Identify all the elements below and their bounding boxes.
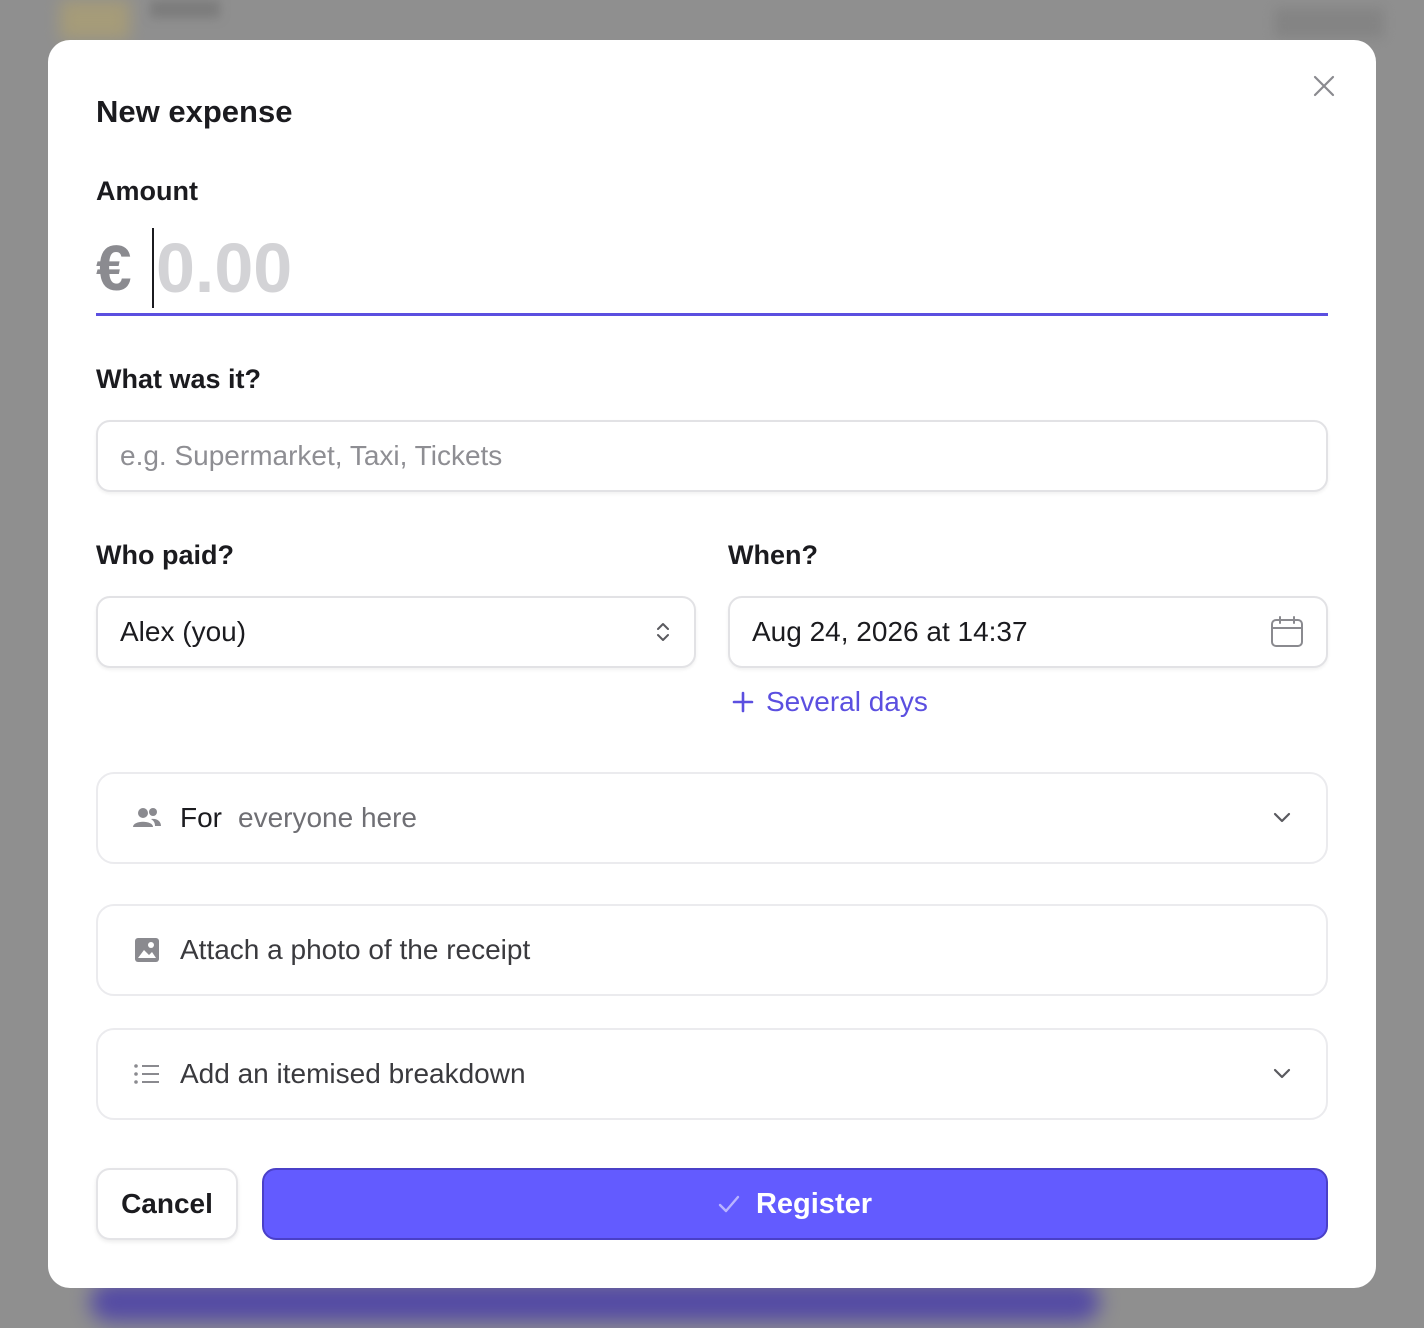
chevron-down-icon [1273,1068,1291,1079]
currency-symbol: € [96,231,132,304]
attach-receipt-label: Attach a photo of the receipt [180,934,531,965]
background-blur [1274,8,1384,38]
check-icon [718,1195,740,1213]
split-selector[interactable]: For everyone here [96,772,1328,864]
text-caret [152,227,154,308]
plus-icon [732,691,754,713]
split-prefix: For [180,802,222,833]
several-days-label: Several days [766,686,928,717]
date-value: Aug 24, 2026 at 14:37 [752,616,1028,647]
chevron-down-icon [1273,812,1291,823]
close-button[interactable] [1308,70,1340,102]
attach-receipt-button[interactable]: Attach a photo of the receipt [96,904,1328,996]
amount-label: Amount [96,176,198,206]
description-input[interactable] [120,440,1304,472]
register-button[interactable]: Register [262,1168,1328,1240]
list-icon [132,1062,162,1086]
payer-selected-value: Alex (you) [120,616,247,647]
amount-input[interactable] [156,222,1256,313]
breakdown-selector[interactable]: Add an itemised breakdown [96,1028,1328,1120]
register-label: Register [755,1187,873,1220]
payer-select[interactable]: Alex (you) [96,596,696,668]
background-blur [150,0,220,18]
background-blur [90,1282,1100,1322]
split-value: everyone here [238,802,418,833]
chevron-updown-icon [657,623,669,641]
people-icon [132,806,162,830]
dialog-title: New expense [96,94,293,129]
new-expense-dialog: New expense Amount € What was it? Who pa… [48,40,1376,1288]
image-icon [132,937,162,963]
cancel-button[interactable]: Cancel [96,1168,238,1240]
amount-field[interactable]: € [96,222,1328,316]
close-icon [1313,75,1335,97]
payer-label: Who paid? [96,540,234,570]
date-label: When? [728,540,818,570]
background-blur [60,0,130,40]
description-field[interactable] [96,420,1328,492]
calendar-icon[interactable] [1270,615,1304,649]
several-days-link[interactable]: Several days [732,686,928,718]
breakdown-label: Add an itemised breakdown [180,1058,526,1089]
description-label: What was it? [96,364,262,394]
date-field[interactable]: Aug 24, 2026 at 14:37 [728,596,1328,668]
